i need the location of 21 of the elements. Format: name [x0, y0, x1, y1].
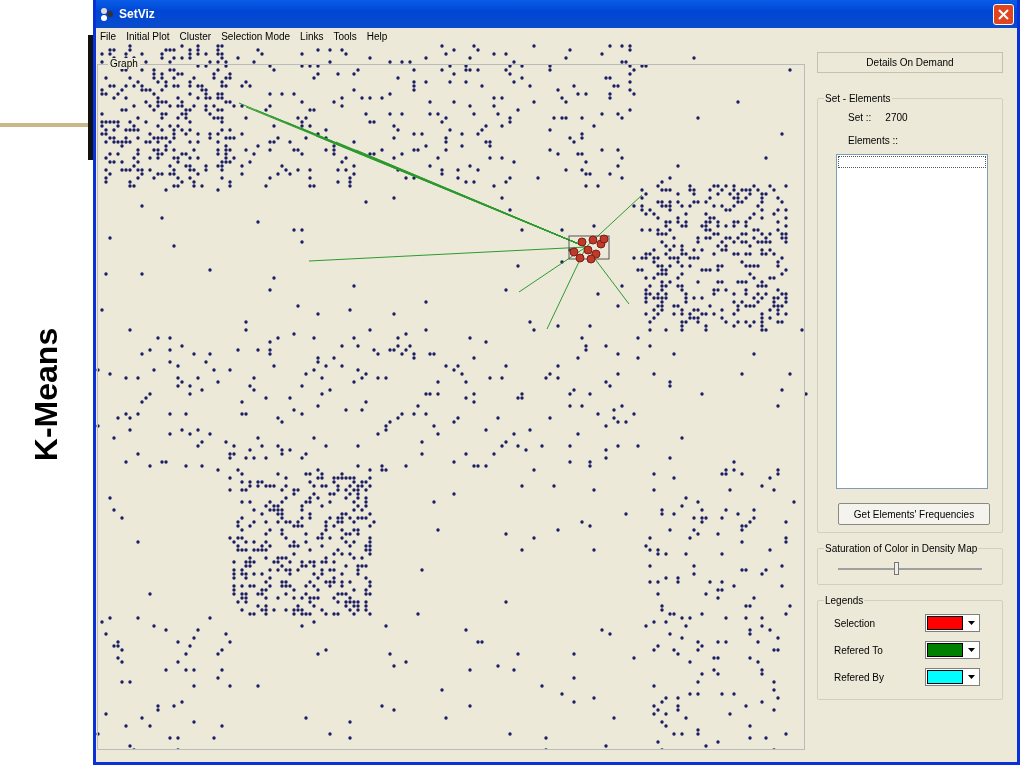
graph-label: Graph — [108, 58, 140, 69]
legend-label: Selection — [834, 617, 876, 629]
legend-label: Refered By — [834, 671, 885, 683]
details-on-demand-header: Details On Demand — [817, 52, 1003, 73]
group-label: Set - Elements — [824, 93, 892, 104]
menu-item[interactable]: Cluster — [179, 30, 212, 42]
menu-item[interactable]: Selection Mode — [221, 30, 291, 42]
set-value: 2700 — [885, 112, 908, 123]
legend-label: Refered To — [834, 644, 883, 656]
menu-item[interactable]: Tools — [333, 30, 357, 42]
group-label: Saturation of Color in Density Map — [824, 543, 979, 554]
menu-item[interactable]: Links — [300, 30, 324, 42]
set-label: Set :: — [848, 112, 872, 123]
menu-item[interactable]: Help — [366, 30, 388, 42]
get-frequencies-button[interactable]: Get Elements' Frequencies — [838, 503, 990, 525]
slide-title: K-Means — [28, 327, 65, 461]
window-title: SetViz — [119, 7, 156, 21]
menu-item[interactable]: Initial Plot — [126, 30, 170, 42]
elements-label: Elements :: — [847, 135, 900, 146]
menu-item[interactable]: File — [100, 30, 117, 42]
group-label: Legends — [824, 595, 865, 606]
